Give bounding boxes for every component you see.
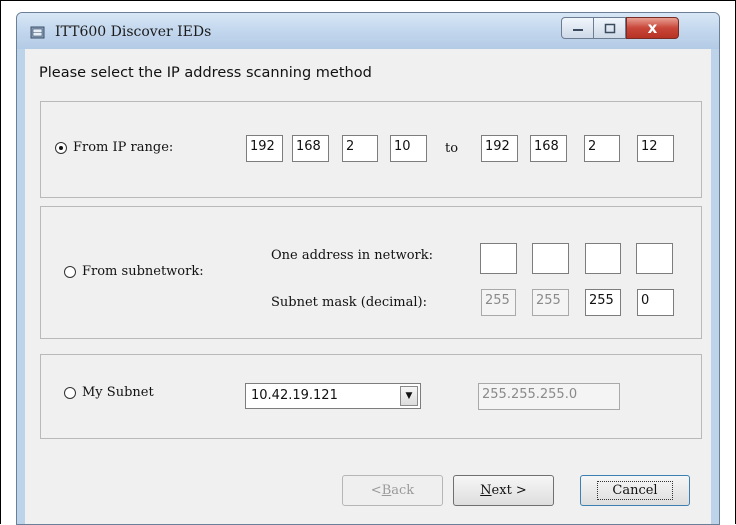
cancel-button[interactable]: Cancel <box>580 475 690 506</box>
maximize-button[interactable] <box>594 17 626 39</box>
window-title: ITT600 Discover IEDs <box>55 24 212 40</box>
subnetwork-group: From subnetwork: One address in network:… <box>40 206 702 339</box>
close-icon: x <box>647 19 658 37</box>
ip-to-octet-2[interactable]: 168 <box>530 135 567 162</box>
ip-to-octet-3[interactable]: 2 <box>584 135 620 162</box>
cancel-label: Cancel <box>597 481 673 500</box>
subnet-mask-octet-3[interactable]: 255 <box>585 289 621 316</box>
dialog-window: ITT600 Discover IEDs x Please select the… <box>16 12 720 525</box>
dialog-client: Please select the IP address scanning me… <box>25 49 711 524</box>
app-icon <box>30 26 45 39</box>
subnet-mask-octet-2: 255 <box>532 289 569 316</box>
network-address-octet-3[interactable] <box>585 243 621 274</box>
ip-from-octet-4[interactable]: 10 <box>390 135 427 162</box>
ip-range-group: From IP range: 192 168 2 10 to 192 168 2… <box>40 101 702 198</box>
network-address-octet-1[interactable] <box>480 243 517 274</box>
radio-selected-icon <box>55 141 67 154</box>
subnetwork-radio[interactable]: From subnetwork: <box>64 264 204 279</box>
next-button[interactable]: Next > <box>453 475 554 506</box>
maximize-icon <box>604 23 615 33</box>
ip-to-octet-1[interactable]: 192 <box>481 135 518 162</box>
back-button: < Back <box>342 475 443 506</box>
subnet-mask-octet-1: 255 <box>481 289 516 316</box>
close-button[interactable]: x <box>626 17 679 39</box>
next-rest: ext > <box>491 483 527 498</box>
page-title: Please select the IP address scanning me… <box>39 65 372 81</box>
ip-from-octet-3[interactable]: 2 <box>342 135 378 162</box>
network-address-octet-4[interactable] <box>636 243 673 274</box>
network-address-octet-2[interactable] <box>532 243 569 274</box>
ip-to-octet-4[interactable]: 12 <box>637 135 674 162</box>
my-subnet-mask-field: 255.255.255.0 <box>478 383 620 410</box>
subnetwork-label: From subnetwork: <box>82 264 204 279</box>
ip-from-octet-1[interactable]: 192 <box>246 135 283 162</box>
back-accel: B <box>381 483 392 498</box>
ip-from-octet-2[interactable]: 168 <box>292 135 329 162</box>
ip-range-radio[interactable]: From IP range: <box>55 140 173 155</box>
ip-range-to-label: to <box>445 141 459 156</box>
my-subnet-label: My Subnet <box>82 385 154 400</box>
title-bar[interactable]: ITT600 Discover IEDs x <box>17 13 719 49</box>
my-subnet-combo-value: 10.42.19.121 <box>251 388 338 403</box>
my-subnet-combo[interactable]: 10.42.19.121 ▼ <box>245 383 421 409</box>
ip-range-label: From IP range: <box>73 140 174 155</box>
subnet-mask-octet-4[interactable]: 0 <box>637 289 674 316</box>
minimize-button[interactable] <box>561 17 594 39</box>
radio-unselected-icon <box>64 265 76 278</box>
subnet-mask-label: Subnet mask (decimal): <box>271 295 427 310</box>
my-subnet-group: My Subnet 10.42.19.121 ▼ 255.255.255.0 <box>40 354 702 439</box>
radio-unselected-icon <box>64 386 76 399</box>
dropdown-arrow-icon[interactable]: ▼ <box>400 386 418 406</box>
address-in-network-label: One address in network: <box>271 248 434 263</box>
next-accel: N <box>480 483 492 498</box>
back-prefix: < <box>370 483 382 498</box>
minimize-icon <box>572 29 583 31</box>
my-subnet-radio[interactable]: My Subnet <box>64 385 154 400</box>
back-rest: ack <box>391 483 415 498</box>
